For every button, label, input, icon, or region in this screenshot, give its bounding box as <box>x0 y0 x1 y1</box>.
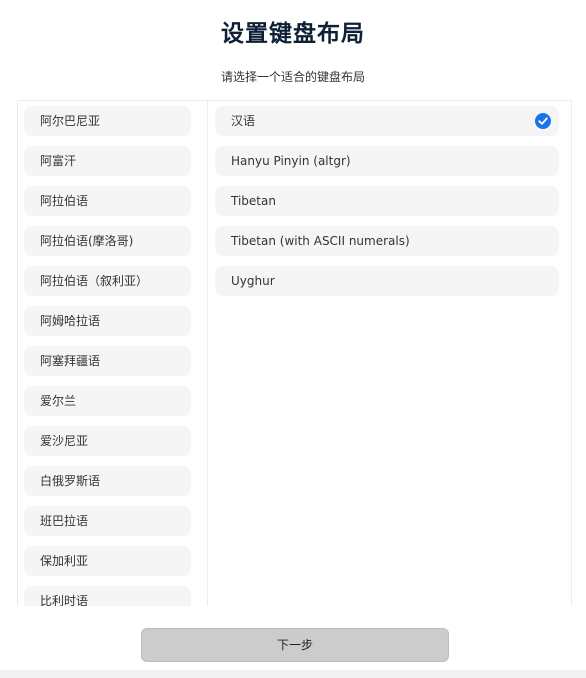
bottom-bar <box>0 670 586 678</box>
language-item[interactable]: 阿尔巴尼亚 <box>24 106 191 136</box>
language-item[interactable]: 班巴拉语 <box>24 506 191 536</box>
layout-item-label: 汉语 <box>231 114 256 128</box>
language-item[interactable]: 阿塞拜疆语 <box>24 346 191 376</box>
layout-item[interactable]: Hanyu Pinyin (altgr) <box>215 146 559 176</box>
layout-item-selected[interactable]: 汉语 <box>215 106 559 136</box>
layout-selection-panel: 阿尔巴尼亚 阿富汗 阿拉伯语 阿拉伯语(摩洛哥) 阿拉伯语（叙利亚） 阿姆哈拉语… <box>17 100 572 606</box>
layout-item[interactable]: Tibetan <box>215 186 559 216</box>
layout-item[interactable]: Tibetan (with ASCII numerals) <box>215 226 559 256</box>
next-button[interactable]: 下一步 <box>141 628 449 662</box>
language-list[interactable]: 阿尔巴尼亚 阿富汗 阿拉伯语 阿拉伯语(摩洛哥) 阿拉伯语（叙利亚） 阿姆哈拉语… <box>18 101 208 606</box>
language-item[interactable]: 阿拉伯语 <box>24 186 191 216</box>
language-item[interactable]: 白俄罗斯语 <box>24 466 191 496</box>
language-item[interactable]: 阿拉伯语（叙利亚） <box>24 266 191 296</box>
language-item[interactable]: 爱尔兰 <box>24 386 191 416</box>
language-item[interactable]: 比利时语 <box>24 586 191 606</box>
language-item[interactable]: 爱沙尼亚 <box>24 426 191 456</box>
language-item[interactable]: 保加利亚 <box>24 546 191 576</box>
language-item[interactable]: 阿富汗 <box>24 146 191 176</box>
check-circle-icon <box>535 113 551 129</box>
layout-list[interactable]: 汉语 Hanyu Pinyin (altgr) Tibetan Tibetan … <box>208 101 571 606</box>
language-item[interactable]: 阿拉伯语(摩洛哥) <box>24 226 191 256</box>
keyboard-layout-page: 设置键盘布局 请选择一个适合的键盘布局 阿尔巴尼亚 阿富汗 阿拉伯语 阿拉伯语(… <box>0 0 586 678</box>
language-item[interactable]: 阿姆哈拉语 <box>24 306 191 336</box>
page-subtitle: 请选择一个适合的键盘布局 <box>220 70 365 84</box>
page-title: 设置键盘布局 <box>221 21 365 47</box>
layout-item[interactable]: Uyghur <box>215 266 559 296</box>
